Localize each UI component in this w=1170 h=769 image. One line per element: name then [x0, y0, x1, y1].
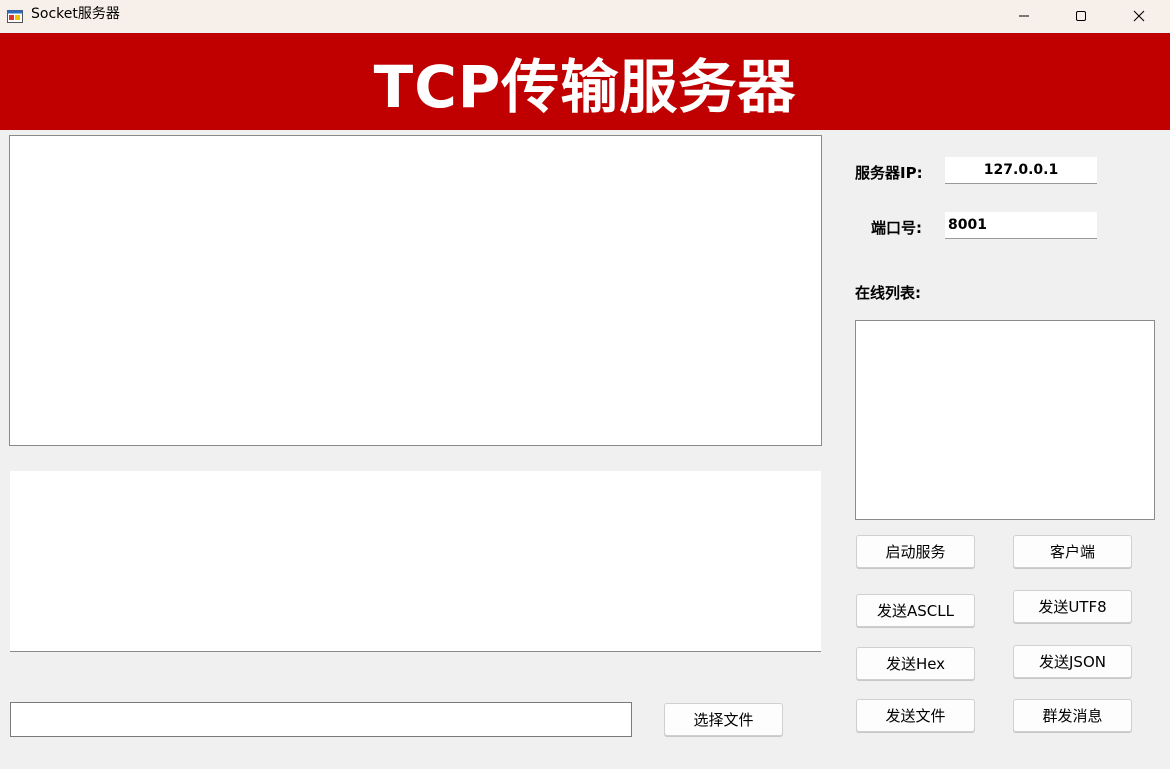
- send-utf8-button[interactable]: 发送UTF8: [1013, 590, 1132, 623]
- title-bar: Socket服务器: [0, 0, 1170, 32]
- maximize-icon: [1076, 11, 1086, 21]
- send-hex-button[interactable]: 发送Hex: [856, 647, 975, 680]
- send-ascii-button[interactable]: 发送ASCLL: [856, 594, 975, 627]
- send-json-button[interactable]: 发送JSON: [1013, 645, 1132, 678]
- start-service-button[interactable]: 启动服务: [856, 535, 975, 568]
- choose-file-button[interactable]: 选择文件: [664, 703, 783, 736]
- port-input[interactable]: 8001: [945, 212, 1097, 239]
- send-file-button[interactable]: 发送文件: [856, 699, 975, 732]
- close-icon: [1133, 10, 1145, 22]
- server-ip-label: 服务器IP:: [855, 164, 923, 182]
- window-title: Socket服务器: [31, 6, 120, 22]
- file-path-input[interactable]: [10, 702, 632, 737]
- server-ip-input[interactable]: 127.0.0.1: [945, 157, 1097, 184]
- header-banner: TCP传输服务器: [0, 33, 1170, 130]
- minimize-icon: [1019, 15, 1029, 17]
- online-list-label: 在线列表:: [855, 284, 921, 302]
- message-input-textarea[interactable]: [10, 471, 821, 652]
- message-log-textarea[interactable]: [9, 135, 822, 446]
- maximize-button[interactable]: [1058, 0, 1104, 32]
- client-button[interactable]: 客户端: [1013, 535, 1132, 568]
- broadcast-message-button[interactable]: 群发消息: [1013, 699, 1132, 732]
- port-label: 端口号:: [871, 219, 922, 237]
- banner-title: TCP传输服务器: [373, 52, 797, 121]
- close-button[interactable]: [1116, 0, 1162, 32]
- app-icon: [7, 8, 23, 24]
- minimize-button[interactable]: [1001, 0, 1047, 32]
- online-client-list[interactable]: [855, 320, 1155, 520]
